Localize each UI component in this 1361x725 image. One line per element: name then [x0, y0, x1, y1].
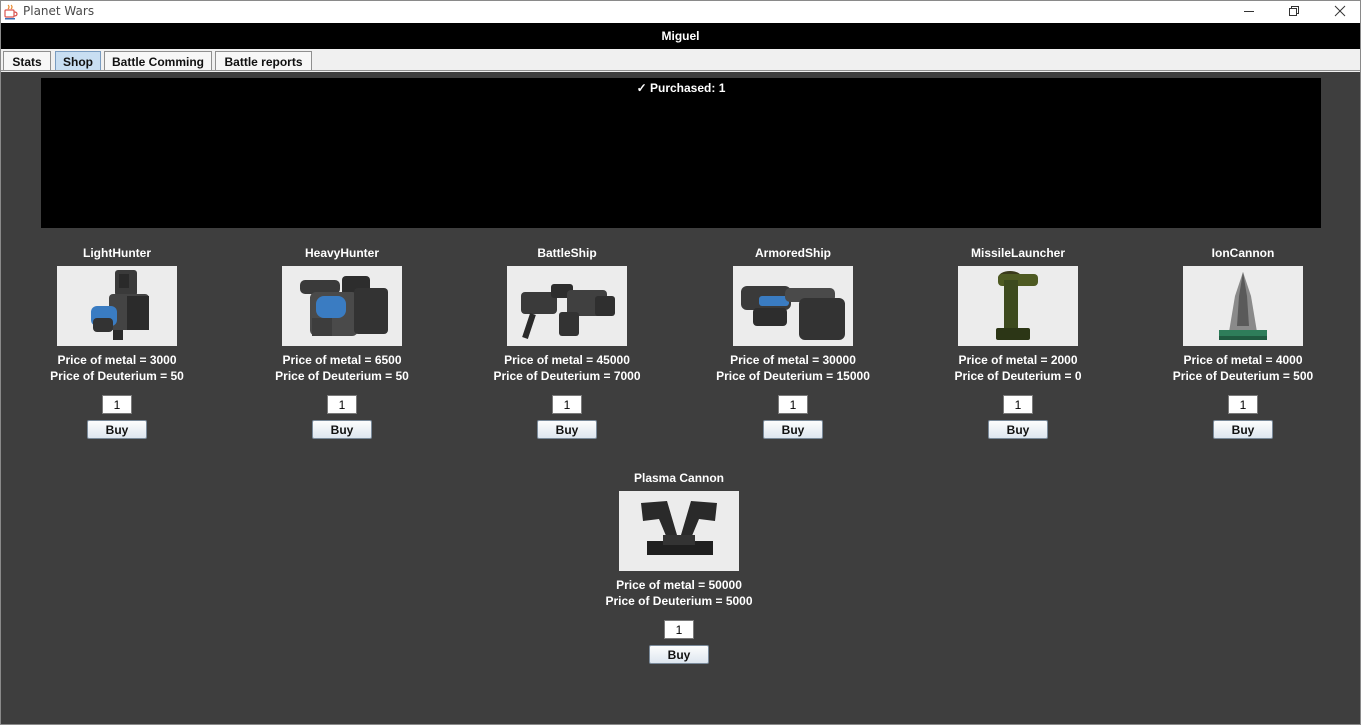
deuterium-price: Price of Deuterium = 7000	[493, 369, 641, 383]
deuterium-price: Price of Deuterium = 0	[954, 369, 1082, 383]
tab-battle-reports[interactable]: Battle reports	[215, 51, 312, 71]
tab-label: Stats	[12, 54, 42, 69]
metal-price: Price of metal = 30000	[730, 353, 856, 367]
shop-item-heavy-hunter: HeavyHunter Price of metal = 6500 Price …	[242, 245, 442, 439]
plasma-cannon-image	[619, 491, 739, 571]
tab-label: Battle Comming	[111, 54, 204, 69]
java-app-icon	[4, 4, 18, 20]
metal-price: Price of metal = 6500	[282, 353, 402, 367]
restore-icon	[1289, 6, 1299, 16]
quantity-input[interactable]	[552, 395, 582, 414]
heavy-hunter-image	[282, 266, 402, 346]
item-name: IonCannon	[1211, 246, 1275, 260]
light-hunter-image	[57, 266, 177, 346]
armored-ship-image	[733, 266, 853, 346]
buy-button[interactable]: Buy	[87, 420, 147, 439]
buy-button[interactable]: Buy	[312, 420, 372, 439]
tab-stats[interactable]: Stats	[3, 51, 51, 71]
tab-label: Shop	[63, 54, 93, 69]
shop-item-light-hunter: LightHunter Price of metal = 3000 Price …	[17, 245, 217, 439]
item-name: ArmoredShip	[754, 246, 831, 260]
tab-shop[interactable]: Shop	[55, 51, 101, 71]
buy-button[interactable]: Buy	[988, 420, 1048, 439]
ion-cannon-image	[1183, 266, 1303, 346]
deuterium-price: Price of Deuterium = 5000	[605, 594, 753, 608]
purchase-message: ✓ Purchased: 1	[636, 81, 726, 95]
tab-label: Battle reports	[224, 54, 303, 69]
buy-button[interactable]: Buy	[649, 645, 709, 664]
metal-price: Price of metal = 2000	[958, 353, 1078, 367]
deuterium-price: Price of Deuterium = 50	[275, 369, 409, 383]
metal-price: Price of metal = 3000	[57, 353, 177, 367]
message-box: ✓ Purchased: 1	[41, 78, 1321, 228]
tab-divider	[1, 70, 1360, 71]
window-title: Planet Wars	[23, 4, 95, 18]
buy-button[interactable]: Buy	[537, 420, 597, 439]
missile-launcher-image	[958, 266, 1078, 346]
item-name: MissileLauncher	[970, 246, 1066, 260]
metal-price: Price of metal = 4000	[1183, 353, 1303, 367]
app-window: Planet Wars Miguel Stats Shop Battle Com…	[0, 0, 1361, 725]
quantity-input[interactable]	[1003, 395, 1033, 414]
item-name: BattleShip	[537, 246, 597, 260]
metal-price: Price of metal = 50000	[616, 578, 742, 592]
shop-item-plasma-cannon: Plasma Cannon Price of metal = 50000 Pri…	[579, 470, 779, 664]
battleship-image	[507, 266, 627, 346]
quantity-input[interactable]	[102, 395, 132, 414]
quantity-input[interactable]	[664, 620, 694, 639]
quantity-input[interactable]	[327, 395, 357, 414]
shop-item-battleship: BattleShip Price of metal = 45000 Price …	[467, 245, 667, 439]
shop-item-armored-ship: ArmoredShip Price of metal = 30000 Price…	[693, 245, 893, 439]
user-name: Miguel	[661, 29, 700, 43]
close-button[interactable]	[1317, 1, 1360, 21]
shop-item-missile-launcher: MissileLauncher Price of metal = 2000 Pr…	[918, 245, 1118, 439]
item-name: Plasma Cannon	[633, 471, 725, 485]
deuterium-price: Price of Deuterium = 50	[50, 369, 184, 383]
minimize-button[interactable]	[1226, 1, 1272, 21]
tab-battle-comming[interactable]: Battle Comming	[104, 51, 212, 71]
close-icon	[1334, 5, 1346, 17]
buy-button[interactable]: Buy	[1213, 420, 1273, 439]
quantity-input[interactable]	[778, 395, 808, 414]
deuterium-price: Price of Deuterium = 500	[1172, 369, 1314, 383]
item-name: HeavyHunter	[304, 246, 380, 260]
buy-button[interactable]: Buy	[763, 420, 823, 439]
metal-price: Price of metal = 45000	[504, 353, 630, 367]
item-name: LightHunter	[83, 246, 151, 260]
restore-button[interactable]	[1271, 1, 1317, 21]
deuterium-price: Price of Deuterium = 15000	[716, 369, 870, 383]
title-bar[interactable]: Planet Wars	[1, 1, 1360, 23]
shop-panel: ✓ Purchased: 1 LightHunter Price of meta…	[1, 72, 1360, 724]
quantity-input[interactable]	[1228, 395, 1258, 414]
shop-item-ion-cannon: IonCannon Price of metal = 4000 Price of…	[1143, 245, 1343, 439]
minimize-icon	[1244, 11, 1254, 12]
user-bar: Miguel	[1, 23, 1360, 49]
